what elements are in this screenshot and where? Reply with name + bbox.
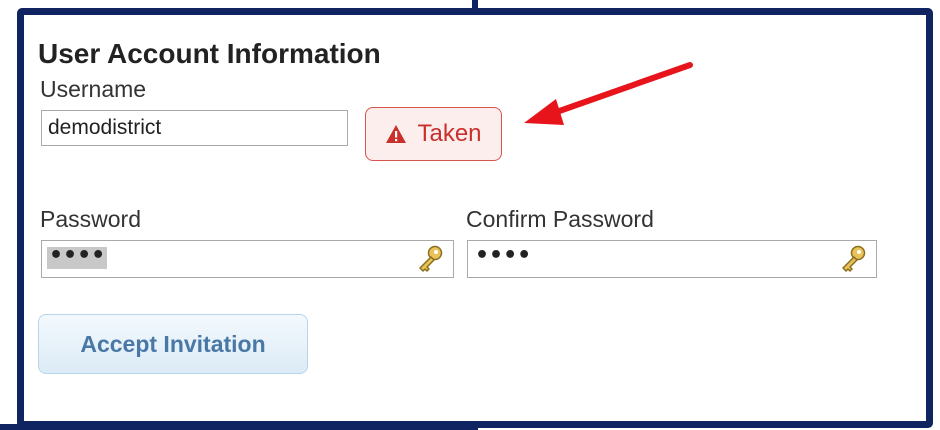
username-taken-badge: Taken	[365, 107, 502, 161]
key-icon[interactable]	[415, 244, 445, 274]
accept-invitation-button[interactable]: Accept Invitation	[38, 314, 308, 374]
password-input[interactable]: ••••	[41, 240, 454, 278]
confirm-password-label: Confirm Password	[466, 206, 654, 232]
key-icon[interactable]	[838, 244, 868, 274]
username-label: Username	[40, 76, 147, 102]
red-annotation-arrow	[524, 62, 693, 125]
confirm-password-input[interactable]: ••••	[467, 240, 877, 278]
username-input[interactable]	[41, 110, 348, 146]
password-masked-value: ••••	[47, 243, 108, 269]
section-title: User Account Information	[38, 38, 381, 69]
warning-triangle-icon	[386, 125, 407, 143]
taken-status-text: Taken	[417, 120, 482, 147]
password-label: Password	[40, 206, 141, 232]
confirm-password-masked-value: ••••	[475, 243, 532, 268]
